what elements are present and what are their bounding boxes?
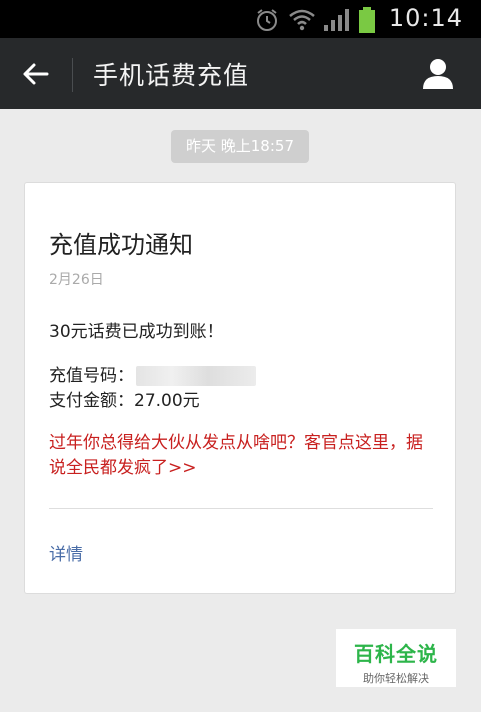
- phone-row: 充值号码：: [49, 361, 256, 386]
- chat-timestamp: 昨天 晚上18:57: [171, 130, 309, 163]
- wifi-icon: [289, 9, 315, 31]
- page-title: 手机话费充值: [93, 61, 250, 90]
- card-message: 30元话费已成功到账！: [49, 322, 224, 342]
- watermark-subtitle: 助你轻松解决: [363, 672, 429, 685]
- watermark-logo: 百科全说 助你轻松解决: [336, 629, 456, 687]
- amount-value: 27.00元: [134, 391, 200, 411]
- phone-label: 充值号码：: [49, 366, 134, 386]
- battery-icon: [359, 7, 375, 33]
- promo-link[interactable]: 过年你总得给大伙从发点从啥吧？客官点这里，据说全民都发疯了>>: [49, 431, 439, 481]
- arrow-left-icon: [23, 63, 49, 85]
- watermark-title: 百科全说: [354, 642, 438, 666]
- amount-label: 支付金额：: [49, 391, 134, 411]
- notification-card[interactable]: 充值成功通知 2月26日 30元话费已成功到账！ 充值号码： 支付金额：27.0…: [24, 182, 456, 594]
- person-icon: [423, 59, 453, 89]
- details-link[interactable]: 详情: [49, 540, 83, 565]
- card-title: 充值成功通知: [49, 231, 193, 259]
- title-bar: 手机话费充值: [0, 38, 481, 109]
- phone-number-masked: [136, 366, 256, 386]
- status-bar: 10:14: [0, 0, 481, 38]
- signal-icon: [324, 9, 349, 31]
- card-date: 2月26日: [49, 272, 104, 288]
- title-separator: [72, 58, 73, 92]
- alarm-icon: [257, 9, 277, 31]
- status-time: 10:14: [388, 4, 463, 32]
- card-divider: [49, 508, 433, 509]
- back-button[interactable]: [14, 58, 56, 90]
- amount-row: 支付金额：27.00元: [49, 386, 200, 411]
- profile-button[interactable]: [419, 54, 457, 92]
